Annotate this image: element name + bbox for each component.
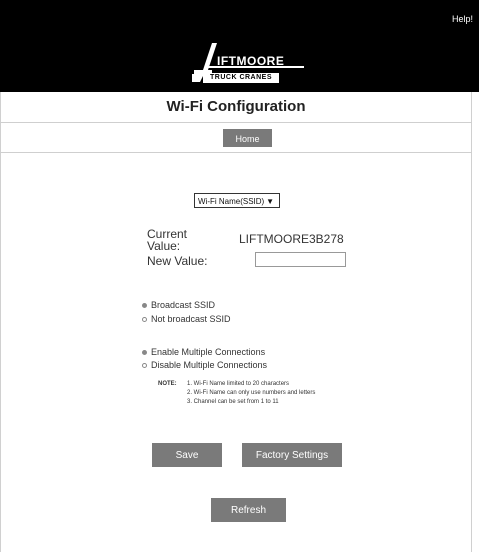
radio-disable-multi-label: Disable Multiple Connections bbox=[151, 360, 268, 370]
radio-enable-multi-label: Enable Multiple Connections bbox=[151, 347, 266, 357]
logo-wordmark: IFTMOORE bbox=[217, 54, 285, 68]
note-heading: NOTE: bbox=[158, 381, 177, 387]
divider-bottom bbox=[0, 152, 472, 153]
save-button[interactable]: Save bbox=[152, 443, 222, 467]
radio-broadcast-label: Broadcast SSID bbox=[151, 300, 216, 310]
current-value: LIFTMOORE3B278 bbox=[239, 232, 344, 246]
factory-settings-button[interactable]: Factory Settings bbox=[242, 443, 342, 467]
radio-not-broadcast-label: Not broadcast SSID bbox=[151, 314, 231, 324]
help-link[interactable]: Help! bbox=[452, 14, 473, 24]
radio-unselected-icon[interactable] bbox=[142, 317, 147, 323]
note-item: 1. Wi-Fi Name limited to 20 characters bbox=[187, 381, 290, 387]
radio-selected-icon[interactable] bbox=[142, 350, 147, 356]
setting-select-value: Wi-Fi Name(SSID) bbox=[198, 197, 265, 206]
new-value-input[interactable] bbox=[255, 252, 346, 267]
home-button[interactable]: Home bbox=[223, 129, 272, 147]
current-label-line2: Value: bbox=[147, 239, 181, 253]
note-item: 3. Channel can be set from 1 to 11 bbox=[187, 399, 279, 405]
radio-enable-multi[interactable]: Enable Multiple Connections bbox=[142, 347, 265, 357]
radio-unselected-icon[interactable] bbox=[142, 363, 147, 369]
setting-select[interactable]: Wi-Fi Name(SSID) ▼ bbox=[194, 193, 280, 208]
note-item: 2. Wi-Fi Name can only use numbers and l… bbox=[187, 390, 316, 396]
divider-top bbox=[0, 122, 472, 123]
radio-disable-multi[interactable]: Disable Multiple Connections bbox=[142, 360, 267, 370]
radio-not-broadcast[interactable]: Not broadcast SSID bbox=[142, 314, 231, 324]
dropdown-arrow-icon: ▼ bbox=[266, 197, 274, 206]
radio-broadcast[interactable]: Broadcast SSID bbox=[142, 300, 215, 310]
current-value-label: Current Value: bbox=[147, 228, 187, 252]
radio-selected-icon[interactable] bbox=[142, 303, 147, 309]
logo-subtitle: TRUCK CRANES bbox=[203, 73, 279, 83]
page-title: Wi-Fi Configuration bbox=[166, 98, 306, 115]
new-value-label: New Value: bbox=[147, 254, 208, 268]
refresh-button[interactable]: Refresh bbox=[211, 498, 286, 522]
